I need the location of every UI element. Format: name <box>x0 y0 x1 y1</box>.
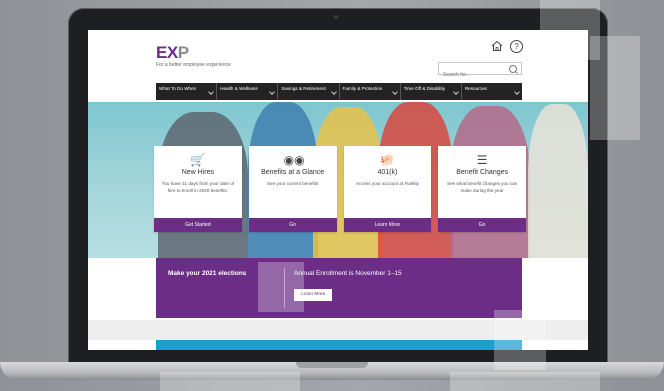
nav-item-family-protection[interactable]: Family & Protection <box>340 83 401 100</box>
next-section-strip <box>156 340 522 350</box>
banner-heading: Make your 2021 elections <box>168 270 247 277</box>
cart-icon: 🛒 <box>190 153 206 167</box>
nav-item-resources[interactable]: Resources <box>462 83 522 100</box>
chevron-down-icon <box>514 89 520 95</box>
nav-item-savings-retirement[interactable]: Savings & Retirement <box>278 83 340 100</box>
laptop-notch <box>296 362 368 368</box>
chevron-down-icon <box>330 89 337 95</box>
card-description: You have 31 days from your date of hire … <box>161 181 235 193</box>
nav-label: Time Off & Disability <box>403 86 446 91</box>
nav-item-health-wellness[interactable]: Health & Wellness <box>217 83 279 100</box>
camera-dot <box>334 15 338 19</box>
main-nav: What To Do When Health & Wellness Saving… <box>156 83 522 100</box>
chevron-down-icon <box>391 89 398 95</box>
nav-label: Family & Protection <box>342 86 383 91</box>
card-new-hires: 🛒 New Hires You have 31 days from your d… <box>154 146 242 232</box>
overlay-square <box>258 262 304 312</box>
go-button[interactable]: Go <box>438 218 526 232</box>
hero-image: 🛒 New Hires You have 31 days from your d… <box>88 102 588 258</box>
binoculars-icon: ◉◉ <box>283 153 305 167</box>
nav-label: Health & Wellness <box>220 86 258 91</box>
go-button[interactable]: Go <box>248 218 337 232</box>
card-benefit-changes: ☰ Benefit Changes See what benefit chang… <box>438 146 526 232</box>
help-icon[interactable]: ? <box>510 40 523 53</box>
home-icon[interactable] <box>491 40 503 52</box>
chevron-down-icon <box>269 89 276 95</box>
learn-more-button[interactable]: Learn More <box>343 218 432 232</box>
enrollment-banner: Make your 2021 elections Annual Enrollme… <box>156 258 522 318</box>
card-benefits-at-a-glance: ◉◉ Benefits at a Glance See your current… <box>248 146 337 232</box>
search-input[interactable] <box>439 69 509 81</box>
card-description: Access your account at Fidelity <box>355 181 420 186</box>
banner-message: Annual Enrollment is November 1–15 <box>294 270 402 277</box>
search-icon[interactable] <box>509 65 517 73</box>
card-401k: 🐖 401(k) Access your account at Fidelity… <box>343 146 432 232</box>
card-description: See your current benefits <box>266 181 319 186</box>
card-title: 401(k) <box>377 169 398 176</box>
chevron-down-icon <box>453 89 459 95</box>
search-box[interactable] <box>438 62 522 81</box>
card-title: New Hires <box>181 169 215 176</box>
nav-label: Savings & Retirement <box>281 86 326 91</box>
logo[interactable]: EXP For a better employee experience <box>156 44 231 68</box>
nav-label: Resources <box>464 86 487 91</box>
quick-links: 🛒 New Hires You have 31 days from your d… <box>154 146 526 232</box>
tagline: For a better employee experience <box>156 62 231 68</box>
card-title: Benefits at a Glance <box>261 169 325 176</box>
chevron-down-icon <box>208 89 215 95</box>
overlay-square <box>590 36 640 140</box>
logo-text: EXP <box>156 43 189 62</box>
card-description: See what benefit changes you can make du… <box>447 181 518 193</box>
card-title: Benefit Changes <box>456 169 508 176</box>
checklist-icon: ☰ <box>476 153 488 167</box>
overlay-square <box>494 310 546 370</box>
get-started-button[interactable]: Get Started <box>154 218 242 232</box>
website-screen: EXP For a better employee experience ? W… <box>88 30 588 350</box>
hero-person <box>528 104 588 258</box>
nav-item-time-off-disability[interactable]: Time Off & Disability <box>401 83 462 100</box>
overlay-square <box>160 372 300 391</box>
piggy-bank-icon: 🐖 <box>379 153 395 167</box>
overlay-square <box>450 372 600 391</box>
nav-label: What To Do When <box>159 86 197 91</box>
nav-item-what-to-do-when[interactable]: What To Do When <box>156 83 218 100</box>
